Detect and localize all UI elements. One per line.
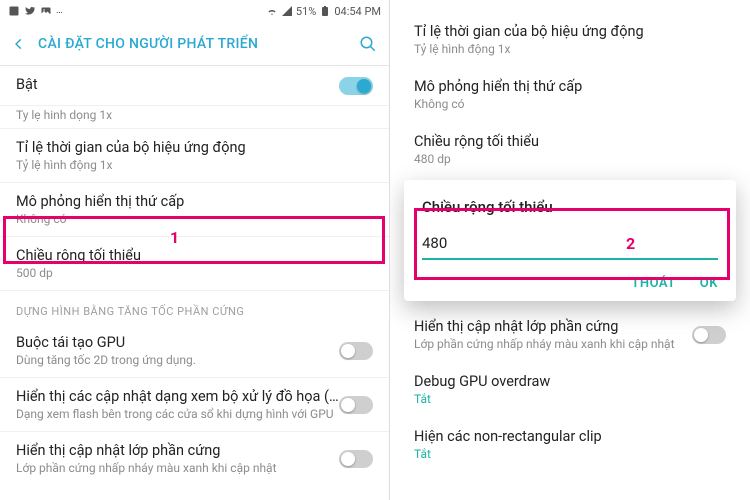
smallest-width-row[interactable]: Chiều rộng tối thiểu 500 dp [0,237,389,291]
animator-duration-row-r[interactable]: Tỉ lệ thời gian của bộ hiệu ứng động Tỷ … [390,12,750,67]
secondary-display-row-r[interactable]: Mô phỏng hiển thị thứ cấp Không có [390,67,750,122]
ok-button[interactable]: OK [700,276,718,291]
hw-layer-toggle-r[interactable] [692,326,726,344]
twitter-icon [24,5,36,17]
force-gpu-toggle[interactable] [339,342,373,360]
left-screenshot: … 51% 04:54 PM CÀI ĐẶT CHO NGƯỜI PHÁT TR… [0,0,390,500]
annotation-number-1: 1 [170,228,179,247]
hw-layer-toggle[interactable] [339,450,373,468]
gpu-overdraw-row[interactable]: Debug GPU overdraw Tắt [390,362,750,417]
smallest-width-row-r[interactable]: Chiều rộng tối thiểu 480 dp [390,122,750,177]
dialog-title: Chiều rộng tối thiểu [422,198,718,216]
back-icon[interactable] [12,37,26,51]
notif-icon [8,5,20,17]
animator-duration-row[interactable]: Tỉ lệ thời gian của bộ hiệu ứng động Tỷ … [0,129,389,183]
page-title: CÀI ĐẶT CHO NGƯỜI PHÁT TRIỂN [38,36,258,52]
image-icon [40,5,52,17]
width-input[interactable] [422,230,718,260]
secondary-display-row[interactable]: Mô phỏng hiển thị thứ cấp Không có [0,183,389,237]
wifi-icon [266,5,278,17]
hw-layer-row-r[interactable]: Hiển thị cập nhật lớp phần cứng Lớp phần… [390,307,750,362]
hw-section-header: DỰNG HÌNH BẰNG TĂNG TỐC PHẦN CỨNG [0,291,389,324]
signal-icon [281,5,293,17]
status-bar: … 51% 04:54 PM [0,0,389,22]
force-gpu-row[interactable]: Buộc tái tạo GPU Dùng tăng tốc 2D trong … [0,324,389,378]
annotation-number-2: 2 [626,234,635,253]
hw-layer-updates-row[interactable]: Hiển thị cập nhật lớp phần cứng Lớp phần… [0,432,389,485]
non-rect-clip-row[interactable]: Hiện các non-rectangular clip Tắt [390,417,750,472]
master-toggle-label: Bật [16,76,339,93]
gpu-view-toggle[interactable] [339,396,373,414]
right-screenshot: Tỉ lệ thời gian của bộ hiệu ứng động Tỷ … [390,0,750,500]
gpu-view-updates-row[interactable]: Hiển thị các cập nhật dạng xem bộ xử lý … [0,378,389,432]
battery-icon [319,5,331,17]
battery-pct: 51% [296,5,316,18]
app-header: CÀI ĐẶT CHO NGƯỜI PHÁT TRIỂN [0,22,389,66]
clock: 04:54 PM [334,5,381,18]
cancel-button[interactable]: THOÁT [631,276,675,291]
master-toggle[interactable] [339,77,373,95]
master-toggle-row[interactable]: Bật [0,66,389,106]
smallest-width-dialog: Chiều rộng tối thiểu THOÁT OK [404,180,736,301]
clip-sub: Ty lẹ hinh dọng 1x [16,108,373,122]
search-icon[interactable] [359,35,377,53]
